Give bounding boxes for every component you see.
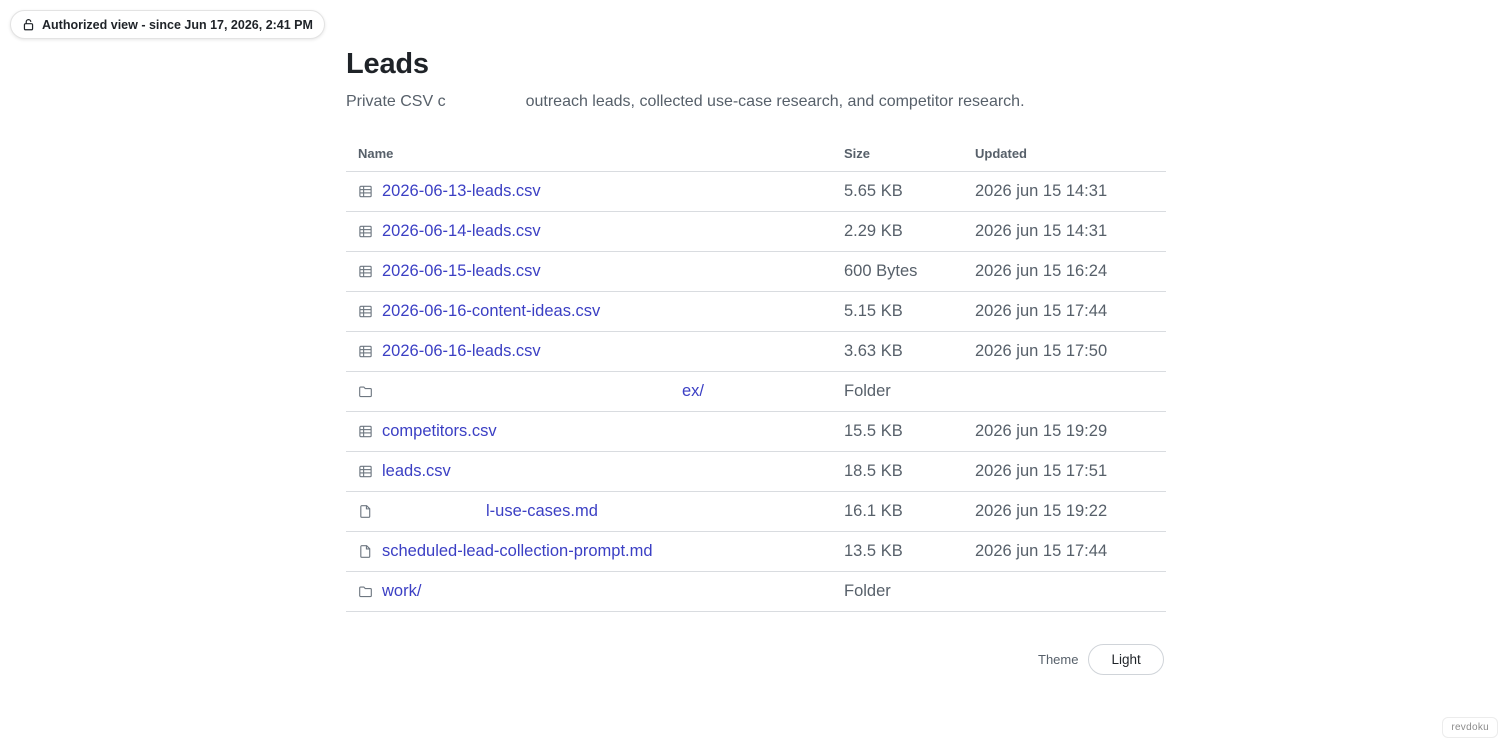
file-name-cell: leads.csv	[346, 462, 844, 481]
file-updated: 2026 jun 15 19:22	[975, 502, 1108, 520]
file-link[interactable]: 2026-06-16-leads.csv	[382, 342, 541, 361]
folder-icon	[359, 586, 372, 598]
brand-badge[interactable]: revdoku	[1442, 717, 1498, 738]
authorized-view-label: Authorized view - since Jun 17, 2026, 2:…	[42, 17, 313, 32]
spreadsheet-icon	[359, 185, 372, 198]
redaction	[382, 380, 682, 403]
table-row: 2026-06-16-leads.csv 3.63 KB 2026 jun 15…	[346, 332, 1166, 372]
file-name-cell: 2026-06-14-leads.csv	[346, 222, 844, 241]
file-link[interactable]: l-use-cases.md	[486, 502, 598, 521]
subtitle-end: outreach leads, collected use-case resea…	[525, 93, 1025, 110]
file-name-cell: 2026-06-15-leads.csv	[346, 262, 844, 281]
redaction	[382, 500, 486, 523]
file-updated: 2026 jun 15 17:44	[975, 542, 1108, 560]
column-header-updated[interactable]: Updated	[975, 146, 1027, 161]
subtitle-start: Private CSV c	[346, 93, 446, 110]
redacted-file-name: ex/	[382, 380, 704, 403]
file-name-cell: ex/	[346, 380, 844, 403]
table-row: 2026-06-15-leads.csv 600 Bytes 2026 jun …	[346, 252, 1166, 292]
table-row: work/ Folder	[346, 572, 1166, 612]
lock-icon	[23, 19, 34, 31]
page-title: Leads	[346, 48, 429, 80]
column-header-name[interactable]: Name	[346, 146, 844, 161]
file-size: 2.29 KB	[844, 222, 903, 240]
table-row: leads.csv 18.5 KB 2026 jun 15 17:51	[346, 452, 1166, 492]
file-updated: 2026 jun 15 17:44	[975, 302, 1108, 320]
file-size: Folder	[844, 382, 891, 400]
document-icon	[360, 545, 371, 558]
file-updated: 2026 jun 15 19:29	[975, 422, 1108, 440]
file-name-cell: scheduled-lead-collection-prompt.md	[346, 542, 844, 561]
folder-icon	[359, 386, 372, 398]
table-row: 2026-06-13-leads.csv 5.65 KB 2026 jun 15…	[346, 172, 1166, 212]
table-row: ex/ Folder	[346, 372, 1166, 412]
spreadsheet-icon	[359, 305, 372, 318]
file-name-cell: 2026-06-16-content-ideas.csv	[346, 302, 844, 321]
file-size: 5.15 KB	[844, 302, 903, 320]
file-updated: 2026 jun 15 14:31	[975, 182, 1108, 200]
file-table: Name Size Updated 2026-06-13-leads.csv 5…	[346, 136, 1166, 612]
file-updated: 2026 jun 15 16:24	[975, 262, 1108, 280]
table-row: 2026-06-14-leads.csv 2.29 KB 2026 jun 15…	[346, 212, 1166, 252]
spreadsheet-icon	[359, 465, 372, 478]
table-row: competitors.csv 15.5 KB 2026 jun 15 19:2…	[346, 412, 1166, 452]
file-size: 13.5 KB	[844, 542, 903, 560]
file-size: 3.63 KB	[844, 342, 903, 360]
file-size: 15.5 KB	[844, 422, 903, 440]
file-updated: 2026 jun 15 17:51	[975, 462, 1108, 480]
spreadsheet-icon	[359, 265, 372, 278]
file-size: Folder	[844, 582, 891, 600]
file-updated: 2026 jun 15 14:31	[975, 222, 1108, 240]
file-name-cell: 2026-06-13-leads.csv	[346, 182, 844, 201]
file-name-cell: competitors.csv	[346, 422, 844, 441]
file-size: 5.65 KB	[844, 182, 903, 200]
spreadsheet-icon	[359, 425, 372, 438]
table-row: l-use-cases.md 16.1 KB 2026 jun 15 19:22	[346, 492, 1166, 532]
file-size: 18.5 KB	[844, 462, 903, 480]
column-header-size[interactable]: Size	[844, 146, 975, 161]
file-link[interactable]: leads.csv	[382, 462, 451, 481]
file-name-cell: l-use-cases.md	[346, 500, 844, 523]
theme-label: Theme	[1038, 652, 1079, 667]
document-icon	[360, 505, 371, 518]
authorized-view-badge: Authorized view - since Jun 17, 2026, 2:…	[10, 10, 325, 39]
file-name-cell: work/	[346, 582, 844, 601]
table-row: 2026-06-16-content-ideas.csv 5.15 KB 202…	[346, 292, 1166, 332]
file-name-cell: 2026-06-16-leads.csv	[346, 342, 844, 361]
file-link[interactable]: competitors.csv	[382, 422, 497, 441]
table-header: Name Size Updated	[346, 136, 1166, 172]
file-link[interactable]: 2026-06-13-leads.csv	[382, 182, 541, 201]
redacted-file-name: l-use-cases.md	[382, 500, 598, 523]
file-link[interactable]: 2026-06-14-leads.csv	[382, 222, 541, 241]
file-link[interactable]: work/	[382, 582, 421, 601]
spreadsheet-icon	[359, 225, 372, 238]
page-subtitle: Private CSV c outreach leads, collected u…	[346, 93, 1025, 111]
theme-switcher: Theme Light	[1038, 644, 1164, 675]
table-row: scheduled-lead-collection-prompt.md 13.5…	[346, 532, 1166, 572]
file-size: 600 Bytes	[844, 262, 918, 280]
file-link[interactable]: 2026-06-16-content-ideas.csv	[382, 302, 600, 321]
file-link[interactable]: scheduled-lead-collection-prompt.md	[382, 542, 653, 561]
file-size: 16.1 KB	[844, 502, 903, 520]
spreadsheet-icon	[359, 345, 372, 358]
theme-toggle-button[interactable]: Light	[1088, 644, 1164, 675]
file-link[interactable]: 2026-06-15-leads.csv	[382, 262, 541, 281]
file-updated: 2026 jun 15 17:50	[975, 342, 1108, 360]
file-link[interactable]: ex/	[682, 382, 704, 401]
